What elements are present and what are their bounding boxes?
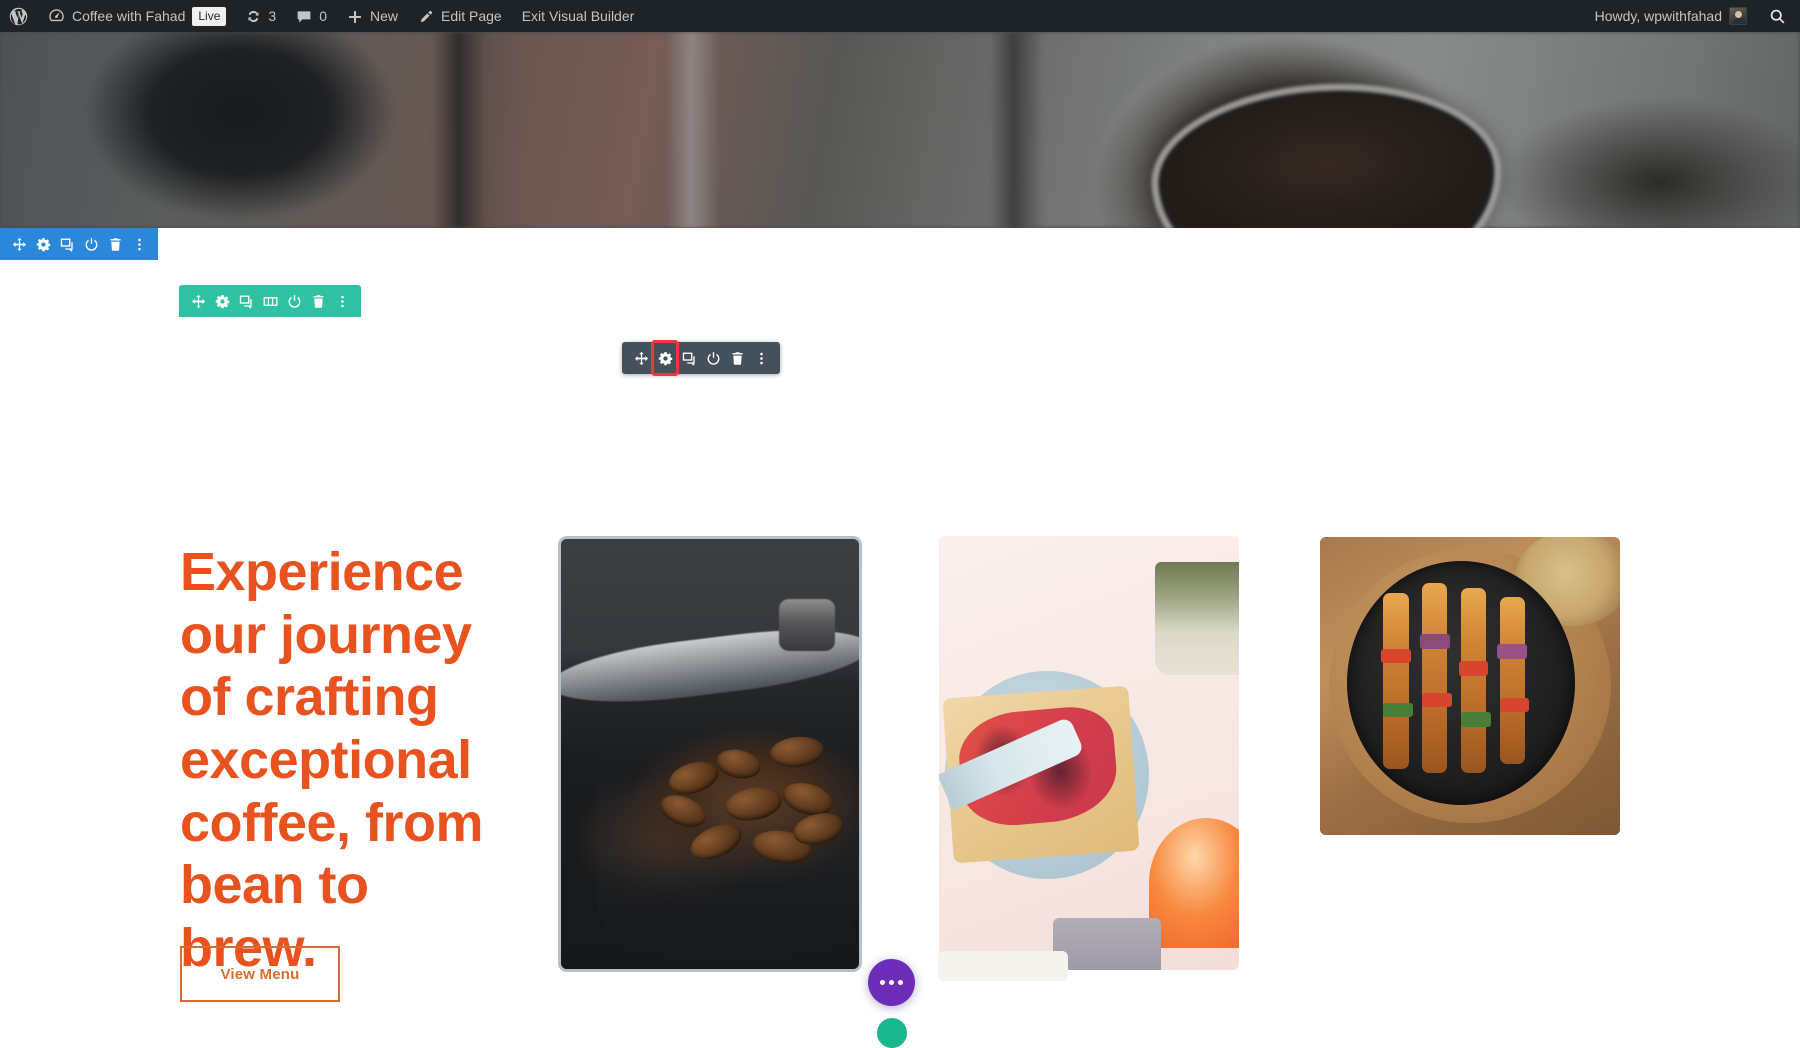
section-toolbar[interactable]: [0, 228, 158, 260]
kebab-skewer: [1383, 592, 1409, 769]
chat-menu-button[interactable]: [868, 959, 915, 1006]
new-content-menu[interactable]: New: [337, 0, 408, 32]
chat-tooltip-card: [938, 951, 1068, 981]
grey-napkin: [1053, 917, 1161, 970]
avatar: [1729, 7, 1747, 25]
edit-page-label: Edit Page: [441, 8, 502, 24]
onion-piece: [1497, 643, 1528, 659]
exit-visual-builder-label: Exit Visual Builder: [521, 8, 635, 24]
row-toolbar[interactable]: [179, 285, 361, 317]
image-kebabs[interactable]: [1320, 537, 1620, 835]
hero-overlay: [0, 32, 1800, 228]
exit-visual-builder-link[interactable]: Exit Visual Builder: [512, 0, 645, 32]
edit-page-link[interactable]: Edit Page: [408, 0, 512, 32]
tomato-piece: [1422, 692, 1452, 708]
module-toolbar[interactable]: [622, 340, 780, 376]
capsicum-piece: [1383, 702, 1414, 718]
kebab-photo: [1320, 537, 1620, 835]
kebab-skewer: [1499, 597, 1525, 764]
module-disable-button[interactable]: [701, 342, 725, 374]
wordpress-logo-menu[interactable]: [0, 0, 38, 32]
row-move-handle[interactable]: [186, 285, 210, 317]
kebab-skewer: [1422, 582, 1448, 774]
howdy-label: Howdy, wpwithfahad: [1594, 8, 1722, 24]
row-disable-button[interactable]: [282, 285, 306, 317]
row-column-structure-button[interactable]: [258, 285, 282, 317]
horizontal-dots-icon: [880, 980, 903, 985]
row-duplicate-button[interactable]: [234, 285, 258, 317]
pencil-icon: [418, 7, 434, 24]
row-more-options-button[interactable]: [330, 285, 354, 317]
tomato-piece: [1381, 648, 1411, 664]
module-more-options-button[interactable]: [749, 342, 773, 374]
row-settings-button[interactable]: [210, 285, 234, 317]
module-delete-button[interactable]: [725, 342, 749, 374]
row-delete-button[interactable]: [306, 285, 330, 317]
updates-count: 3: [268, 8, 277, 24]
hero-section-background: [0, 32, 1800, 228]
ribbed-glass: [1155, 562, 1239, 675]
view-menu-button[interactable]: View Menu: [180, 946, 340, 1002]
jam-toast-photo: [939, 536, 1239, 970]
chat-launcher-button[interactable]: [877, 1018, 907, 1048]
section-disable-button[interactable]: [79, 228, 103, 260]
updates-menu[interactable]: 3: [236, 0, 286, 32]
cast-iron-skillet: [1347, 560, 1575, 806]
comments-menu[interactable]: 0: [286, 0, 337, 32]
live-badge: Live: [192, 6, 227, 26]
kebab-skewer: [1461, 587, 1487, 774]
admin-bar-search-button[interactable]: [1757, 0, 1800, 32]
updates-icon: [246, 8, 261, 25]
coffee-grinder-photo: [561, 539, 859, 969]
image-jam-toast[interactable]: [939, 536, 1239, 970]
module-duplicate-button[interactable]: [677, 342, 701, 374]
comment-bubble-icon: [296, 7, 312, 24]
section-duplicate-button[interactable]: [55, 228, 79, 260]
section-move-handle[interactable]: [7, 228, 31, 260]
my-account-menu[interactable]: Howdy, wpwithfahad: [1585, 0, 1757, 32]
admin-bar-left-group: Coffee with Fahad Live 3 0 New Edit Page…: [0, 0, 644, 32]
module-move-handle[interactable]: [629, 342, 653, 374]
image-coffee-grinder[interactable]: [561, 539, 859, 969]
orange-drink-glass: [1149, 818, 1239, 949]
section-settings-button[interactable]: [31, 228, 55, 260]
page-title: Experience our journey of crafting excep…: [180, 542, 484, 978]
tomato-piece: [1458, 661, 1489, 676]
section-delete-button[interactable]: [103, 228, 127, 260]
search-icon: [1769, 7, 1786, 25]
admin-bar-right-group: Howdy, wpwithfahad: [1585, 0, 1800, 32]
site-name-label: Coffee with Fahad: [72, 8, 186, 24]
site-name-menu[interactable]: Coffee with Fahad Live: [38, 0, 236, 32]
onion-piece: [1419, 634, 1450, 649]
module-settings-button[interactable]: [651, 340, 679, 376]
comments-count: 0: [319, 8, 327, 24]
wp-admin-bar: Coffee with Fahad Live 3 0 New Edit Page…: [0, 0, 1800, 32]
section-more-options-button[interactable]: [127, 228, 151, 260]
new-content-label: New: [369, 8, 398, 24]
capsicum-piece: [1461, 712, 1491, 727]
tomato-piece: [1499, 697, 1530, 713]
dashboard-icon: [48, 7, 65, 25]
wordpress-logo-icon: [8, 6, 29, 27]
plus-icon: [347, 7, 363, 24]
grinder-knob: [778, 599, 836, 651]
